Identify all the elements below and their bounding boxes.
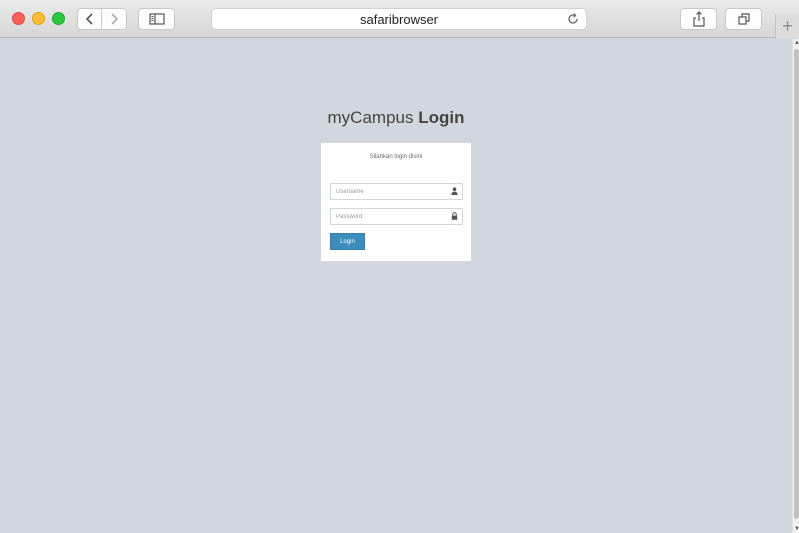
chevron-left-icon <box>85 13 93 25</box>
tab-overview-button[interactable] <box>725 8 762 30</box>
close-window-button[interactable] <box>12 12 25 25</box>
sidebar-icon <box>148 13 165 25</box>
forward-button[interactable] <box>102 8 127 30</box>
logo-brand: myCampus <box>327 108 414 127</box>
plus-icon: + <box>782 16 793 36</box>
reload-icon[interactable] <box>566 12 580 26</box>
logo-login: Login <box>418 108 465 127</box>
scroll-thumb[interactable] <box>794 49 799 519</box>
page-viewport: myCampus Login Silahkan login disini Log… <box>0 39 792 533</box>
lock-icon <box>451 212 458 220</box>
browser-toolbar: safaribrowser + <box>0 0 799 38</box>
login-button[interactable]: Login <box>330 233 365 250</box>
vertical-scrollbar[interactable]: ▲ ▼ <box>792 39 799 533</box>
back-button[interactable] <box>77 8 102 30</box>
page-title: myCampus Login <box>0 108 792 128</box>
username-input[interactable] <box>331 184 449 199</box>
share-icon <box>692 11 705 27</box>
scroll-up-arrow-icon[interactable]: ▲ <box>794 40 799 46</box>
scroll-down-arrow-icon[interactable]: ▼ <box>794 526 799 532</box>
minimize-window-button[interactable] <box>32 12 45 25</box>
user-icon <box>451 187 458 195</box>
sidebar-toggle-button[interactable] <box>138 8 175 30</box>
login-message: Silahkan login disini <box>369 154 423 160</box>
zoom-window-button[interactable] <box>52 12 65 25</box>
new-tab-button[interactable]: + <box>775 14 799 38</box>
tabs-icon <box>737 13 750 25</box>
password-field[interactable] <box>330 208 463 225</box>
address-text: safaribrowser <box>359 12 439 27</box>
login-box: Silahkan login disini Login <box>321 143 471 261</box>
chevron-right-icon <box>111 13 119 25</box>
password-input[interactable] <box>331 209 449 224</box>
address-bar[interactable]: safaribrowser <box>211 8 587 30</box>
username-field[interactable] <box>330 183 463 200</box>
share-button[interactable] <box>680 8 717 30</box>
